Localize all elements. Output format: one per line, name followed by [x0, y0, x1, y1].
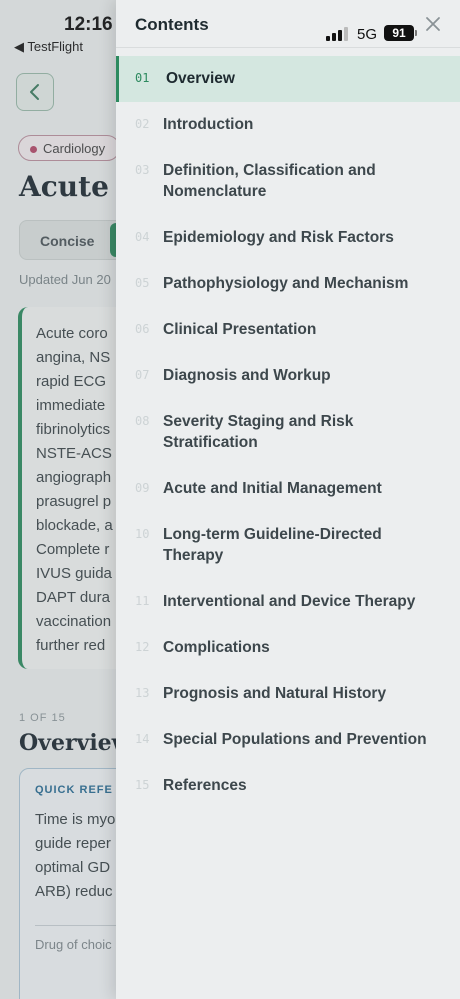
toc-item-number: 11	[135, 594, 150, 608]
toc-item-label: Overview	[166, 70, 235, 87]
toc-list: 01 Overview 02 Introduction 03 Definition, Cl…	[116, 56, 460, 809]
toc-item-label: Acute and Initial Management	[163, 480, 382, 497]
toc-item[interactable]: 03 Definition, Classification and Nomencl…	[116, 148, 460, 215]
toc-item-label: Definition, Classification and Nomenclat…	[163, 162, 376, 200]
toc-item-number: 01	[135, 71, 150, 85]
toc-item-label: References	[163, 777, 247, 794]
toc-item-number: 03	[135, 163, 150, 177]
toc-item[interactable]: 15 References	[116, 763, 460, 809]
toc-item-label: Special Populations and Prevention	[163, 731, 427, 748]
toc-item-label: Pathophysiology and Mechanism	[163, 275, 409, 292]
toc-item-number: 05	[135, 276, 150, 290]
toc-item-label: Interventional and Device Therapy	[163, 593, 416, 610]
toc-item-number: 15	[135, 778, 150, 792]
toc-item-number: 07	[135, 368, 150, 382]
toc-item[interactable]: 04 Epidemiology and Risk Factors	[116, 215, 460, 261]
toc-item-number: 13	[135, 686, 150, 700]
toc-item[interactable]: 12 Complications	[116, 625, 460, 671]
toc-item[interactable]: 06 Clinical Presentation	[116, 307, 460, 353]
toc-item-label: Epidemiology and Risk Factors	[163, 229, 394, 246]
toc-item-number: 04	[135, 230, 150, 244]
toc-item[interactable]: 09 Acute and Initial Management	[116, 466, 460, 512]
signal-icon	[326, 27, 350, 41]
toc-item-number: 14	[135, 732, 150, 746]
network-label: 5G	[357, 26, 378, 43]
toc-item-number: 12	[135, 640, 150, 654]
toc-item[interactable]: 13 Prognosis and Natural History	[116, 671, 460, 717]
toc-item[interactable]: 07 Diagnosis and Workup	[116, 353, 460, 399]
toc-item-label: Severity Staging and Risk Stratification	[163, 413, 354, 451]
toc-item[interactable]: 11 Interventional and Device Therapy	[116, 579, 460, 625]
toc-item-number: 09	[135, 481, 150, 495]
drawer-header: Contents 5G 91	[116, 0, 460, 48]
close-icon[interactable]	[421, 12, 445, 36]
battery-tip	[415, 30, 417, 36]
contents-drawer: Contents 5G 91 01 Overview 02 Introduction 0…	[116, 0, 460, 999]
toc-item-label: Diagnosis and Workup	[163, 367, 331, 384]
battery-icon: 91	[384, 25, 414, 41]
toc-item-number: 06	[135, 322, 150, 336]
toc-item-label: Prognosis and Natural History	[163, 685, 387, 702]
toc-item-label: Complications	[163, 639, 270, 656]
toc-item-label: Clinical Presentation	[163, 321, 317, 338]
toc-item-label: Long-term Guideline-Directed Therapy	[163, 526, 382, 564]
toc-item[interactable]: 14 Special Populations and Prevention	[116, 717, 460, 763]
drawer-title: Contents	[135, 15, 209, 34]
toc-item[interactable]: 05 Pathophysiology and Mechanism	[116, 261, 460, 307]
toc-item-label: Introduction	[163, 116, 254, 133]
toc-item-number: 02	[135, 117, 150, 131]
toc-item-number: 10	[135, 527, 150, 541]
toc-item[interactable]: 02 Introduction	[116, 102, 460, 148]
toc-item[interactable]: 10 Long-term Guideline-Directed Therapy	[116, 512, 460, 579]
toc-item[interactable]: 08 Severity Staging and Risk Stratificati…	[116, 399, 460, 466]
toc-item-number: 08	[135, 414, 150, 428]
toc-item[interactable]: 01 Overview	[116, 56, 460, 102]
